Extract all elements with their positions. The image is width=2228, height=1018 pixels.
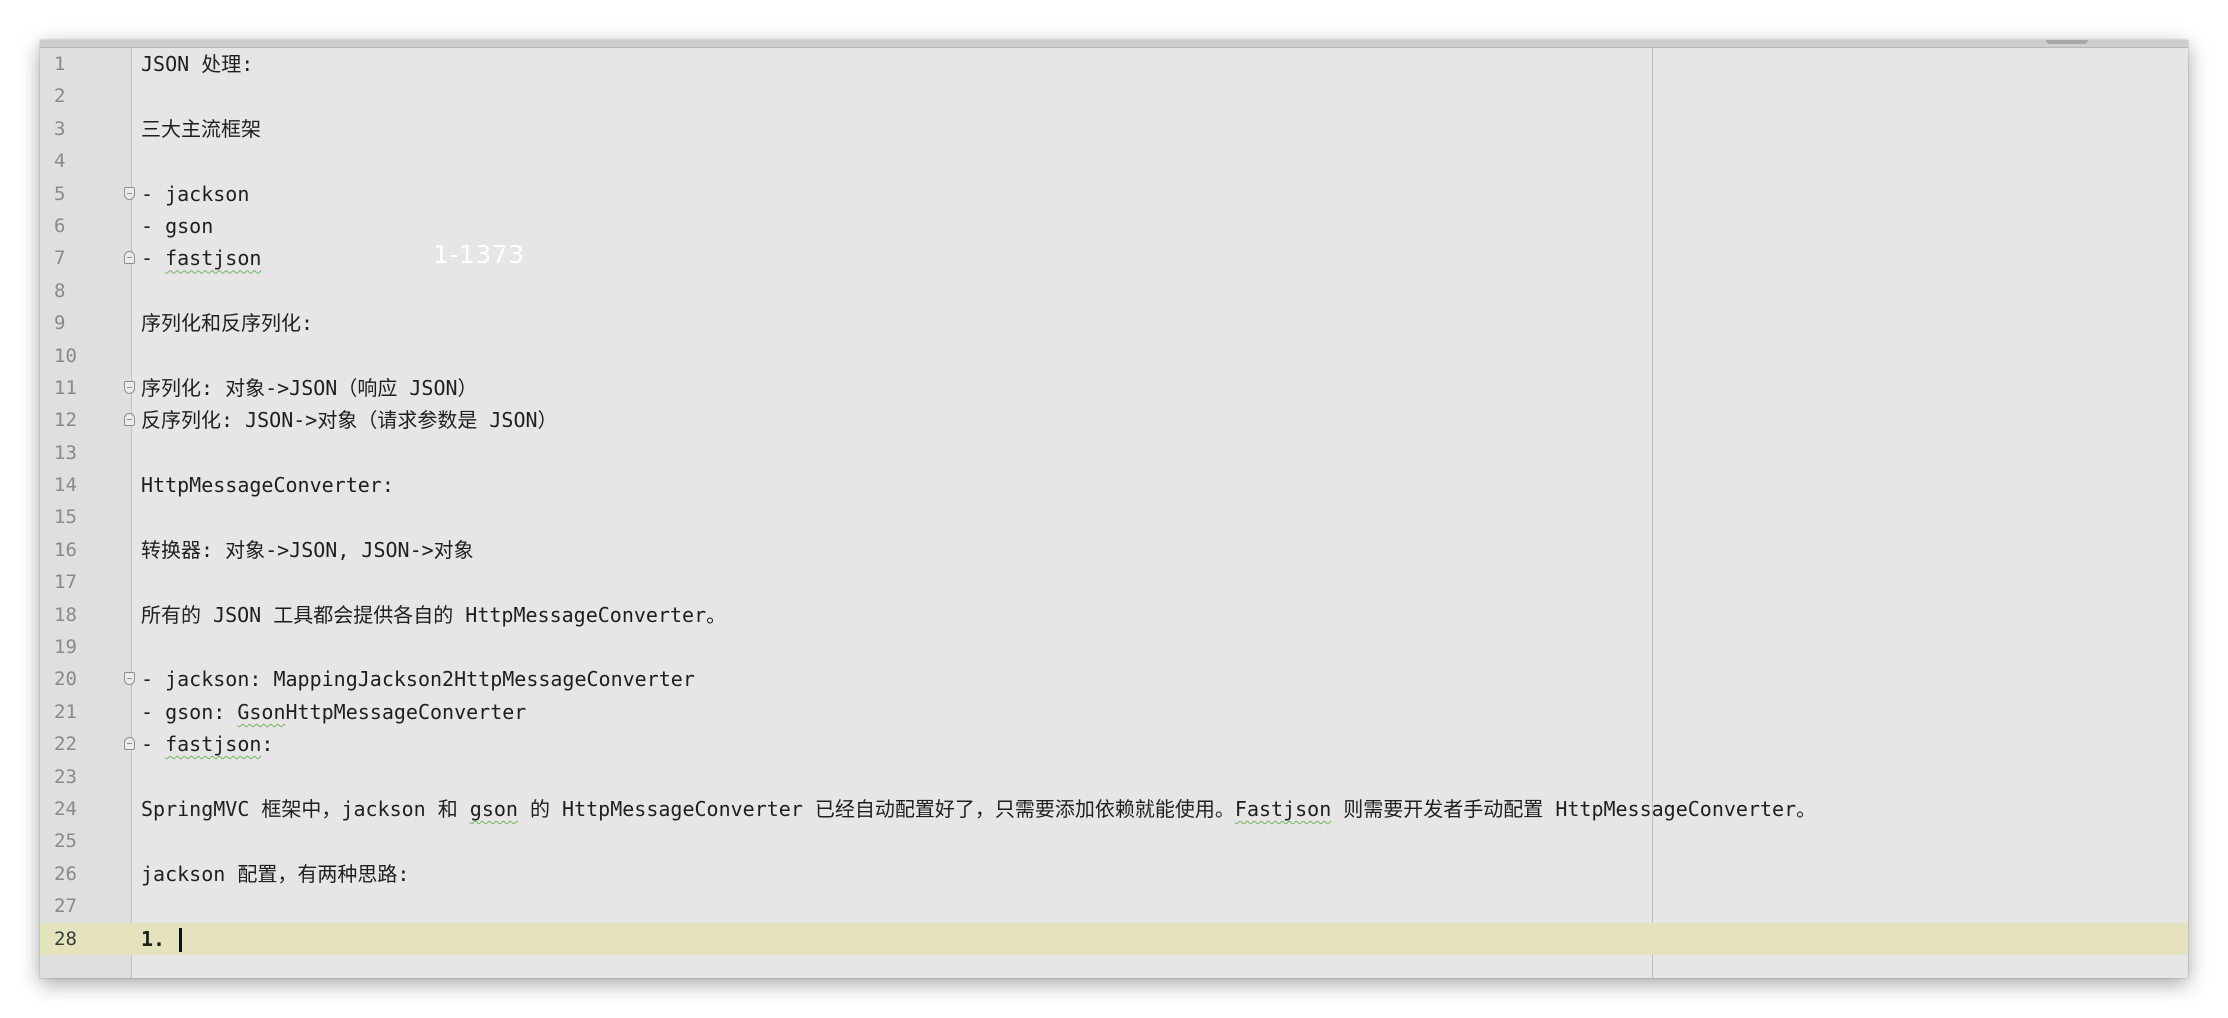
line-text-part: 则需要开发者手动配置 HttpMessageConverter。 <box>1331 796 1817 821</box>
editor-line[interactable]: 8 <box>40 275 2188 307</box>
spellcheck-word: fastjson <box>165 246 262 271</box>
editor-line[interactable]: 12 反序列化: JSON->对象（请求参数是 JSON） <box>40 404 2188 436</box>
editor-line[interactable]: 7 - fastjson <box>40 242 2188 274</box>
line-number: 28 <box>54 927 77 950</box>
editor-line[interactable]: 3 三大主流框架 <box>40 113 2188 145</box>
editor-line[interactable]: 11 序列化: 对象->JSON（响应 JSON） <box>40 372 2188 404</box>
line-number: 25 <box>54 830 77 853</box>
editor-line[interactable]: 24 SpringMVC 框架中，jackson 和 gson 的 HttpMe… <box>40 793 2188 825</box>
line-text[interactable]: HttpMessageConverter: <box>141 469 394 501</box>
line-number: 19 <box>54 636 77 659</box>
window-top-edge <box>40 40 2188 48</box>
line-number: 9 <box>54 312 66 335</box>
line-number: 1 <box>54 53 66 75</box>
editor-line[interactable]: 23 <box>40 761 2188 793</box>
line-text-part: SpringMVC 框架中，jackson 和 <box>141 796 470 821</box>
line-text[interactable]: JSON 处理: <box>141 48 253 80</box>
fold-end-icon[interactable] <box>124 413 135 427</box>
line-text[interactable]: - jackson: MappingJackson2HttpMessageCon… <box>141 663 695 695</box>
current-editor-line[interactable]: 28 1. <box>40 922 2188 955</box>
line-text-part: - <box>141 732 166 757</box>
line-text[interactable]: 转换器: 对象->JSON, JSON->对象 <box>141 534 474 566</box>
line-text[interactable]: 序列化和反序列化: <box>141 307 313 339</box>
fold-end-icon[interactable] <box>124 737 135 751</box>
line-number: 11 <box>54 376 77 399</box>
line-number: 2 <box>54 85 66 108</box>
line-number: 26 <box>54 862 77 885</box>
editor-line[interactable]: 21 - gson: GsonHttpMessageConverter <box>40 696 2188 728</box>
line-text[interactable]: 三大主流框架 <box>141 113 261 145</box>
editor-line[interactable]: 1 JSON 处理: <box>40 48 2188 80</box>
line-number: 10 <box>54 344 77 367</box>
line-number: 23 <box>54 765 77 788</box>
line-number: 24 <box>54 797 77 820</box>
line-number: 12 <box>54 409 77 432</box>
editor-line[interactable]: 2 <box>40 80 2188 112</box>
spellcheck-word: Fastjson <box>1234 796 1332 821</box>
editor-line[interactable]: 13 <box>40 437 2188 469</box>
editor-line[interactable]: 6 - gson <box>40 210 2188 242</box>
editor-line[interactable]: 22 - fastjson: <box>40 728 2188 760</box>
line-text[interactable]: - fastjson <box>141 242 261 274</box>
line-text-part: - <box>141 246 166 271</box>
editor-line[interactable]: 25 <box>40 825 2188 857</box>
line-number: 18 <box>54 603 77 626</box>
line-text[interactable]: 1. <box>141 923 183 955</box>
line-text[interactable]: - gson: GsonHttpMessageConverter <box>141 696 526 728</box>
line-text[interactable]: - gson <box>141 210 213 242</box>
line-text[interactable]: - fastjson: <box>141 728 273 760</box>
text-caret <box>179 928 183 953</box>
line-number: 8 <box>54 279 66 302</box>
editor-line[interactable]: 5 - jackson <box>40 178 2188 210</box>
line-text-part: - gson: <box>141 699 238 724</box>
line-number: 21 <box>54 700 77 723</box>
fold-end-icon[interactable] <box>124 251 135 265</box>
editor-line[interactable]: 27 <box>40 890 2188 922</box>
editor-line[interactable]: 16 转换器: 对象->JSON, JSON->对象 <box>40 534 2188 566</box>
line-number: 4 <box>54 150 66 173</box>
text-editor-window: 1 JSON 处理: 2 3 三大主流框架 4 5 - jackson 6 - … <box>40 40 2188 978</box>
editor-line[interactable]: 10 <box>40 340 2188 372</box>
line-number: 22 <box>54 733 77 756</box>
editor-line[interactable]: 9 序列化和反序列化: <box>40 307 2188 339</box>
editor-line[interactable]: 19 <box>40 631 2188 663</box>
line-text[interactable]: SpringMVC 框架中，jackson 和 gson 的 HttpMessa… <box>141 793 1816 825</box>
fold-start-icon[interactable] <box>124 672 135 686</box>
line-number: 15 <box>54 506 77 529</box>
editor-line[interactable]: 20 - jackson: MappingJackson2HttpMessage… <box>40 663 2188 695</box>
fold-start-icon[interactable] <box>124 380 135 394</box>
line-text[interactable]: - jackson <box>141 178 249 210</box>
line-number: 5 <box>54 182 66 205</box>
line-text-part: 1. <box>141 926 178 951</box>
line-text[interactable]: 反序列化: JSON->对象（请求参数是 JSON） <box>141 404 558 436</box>
line-text-part: : <box>261 732 274 757</box>
spellcheck-word: fastjson <box>165 732 262 757</box>
line-text[interactable]: 所有的 JSON 工具都会提供各自的 HttpMessageConverter。 <box>141 599 726 631</box>
line-number: 14 <box>54 474 77 497</box>
spellcheck-word: gson <box>469 796 518 821</box>
editor-line[interactable]: 17 <box>40 566 2188 598</box>
line-number: 27 <box>54 895 77 918</box>
line-number: 16 <box>54 538 77 561</box>
watermark-text: 1-1373 <box>433 240 525 269</box>
line-text-part: HttpMessageConverter <box>285 699 527 724</box>
editor-line[interactable]: 15 <box>40 501 2188 533</box>
line-text-part: 的 HttpMessageConverter 已经自动配置好了，只需要添加依赖就… <box>517 796 1235 821</box>
editor-line[interactable]: 4 <box>40 145 2188 177</box>
horizontal-scroll-thumb[interactable] <box>2046 40 2088 44</box>
line-number: 6 <box>54 214 66 237</box>
line-number: 17 <box>54 571 77 594</box>
line-text[interactable]: jackson 配置，有两种思路: <box>141 858 409 890</box>
editor-content[interactable]: 1 JSON 处理: 2 3 三大主流框架 4 5 - jackson 6 - … <box>40 48 2188 955</box>
fold-start-icon[interactable] <box>124 186 135 200</box>
spellcheck-word: Gson <box>237 699 286 724</box>
line-number: 3 <box>54 117 66 140</box>
editor-line[interactable]: 18 所有的 JSON 工具都会提供各自的 HttpMessageConvert… <box>40 599 2188 631</box>
editor-line[interactable]: 26 jackson 配置，有两种思路: <box>40 858 2188 890</box>
line-number: 7 <box>54 247 66 270</box>
line-number: 20 <box>54 668 77 691</box>
line-number: 13 <box>54 441 77 464</box>
editor-line[interactable]: 14 HttpMessageConverter: <box>40 469 2188 501</box>
line-text[interactable]: 序列化: 对象->JSON（响应 JSON） <box>141 372 478 404</box>
